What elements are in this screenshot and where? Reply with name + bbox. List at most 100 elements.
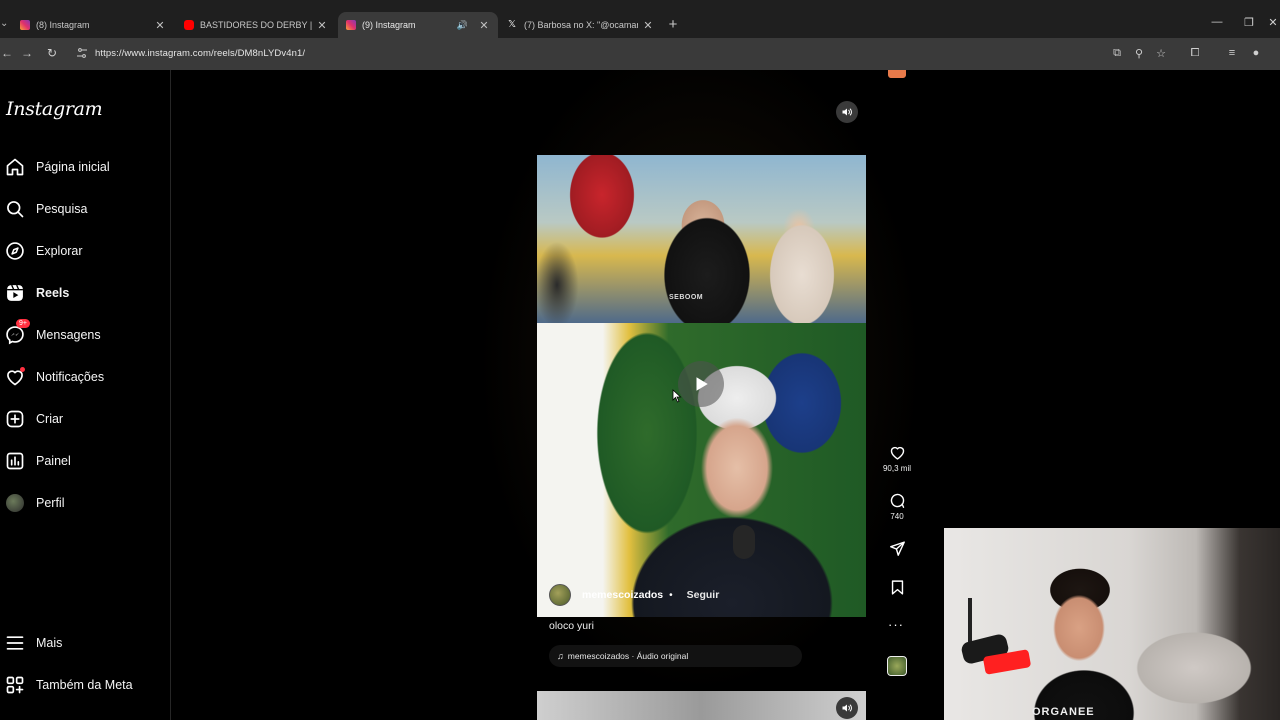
sidebar-item-more[interactable]: Mais <box>0 626 170 660</box>
sidebar-item-label: Criar <box>36 412 64 426</box>
author-avatar[interactable] <box>549 584 571 606</box>
tab-strip: ⌄ (8) Instagram ✕ BASTIDORES DO DERBY | … <box>0 12 1280 38</box>
sidebar-item-label: Página inicial <box>36 160 110 174</box>
heart-icon <box>890 446 904 460</box>
like-action[interactable]: 90,3 mil <box>882 444 912 473</box>
like-count: 90,3 mil <box>882 464 911 473</box>
author-username[interactable]: memescoizados <box>582 589 663 601</box>
messenger-icon: 9+ <box>5 319 30 345</box>
speaker-icon <box>842 108 852 116</box>
sidebar-item-profile[interactable]: Perfil <box>0 486 170 520</box>
sidebar-item-label: Painel <box>36 454 71 468</box>
play-icon <box>696 377 708 391</box>
close-window-button[interactable]: ✕ <box>1266 16 1280 29</box>
reel-video[interactable]: SEBOOM memescoizados • Seguir <box>537 155 866 617</box>
previous-audio-thumbnail[interactable] <box>888 70 906 78</box>
instagram-sidebar: Instagram Página inicial Pesquisa Explor… <box>0 70 171 720</box>
tab-x[interactable]: 𝕏 (7) Barbosa no X: "@ocamargo ✕ <box>500 12 662 38</box>
chart-icon <box>5 451 25 471</box>
audio-thumbnail[interactable] <box>887 656 907 676</box>
audio-pill[interactable]: ♫ memescoizados · Áudio original <box>549 645 802 667</box>
tab-instagram-1[interactable]: (8) Instagram ✕ <box>12 12 174 38</box>
install-app-icon[interactable]: ⧉ <box>1110 47 1124 61</box>
reels-icon <box>5 283 25 303</box>
search-icon <box>5 199 25 219</box>
tab-title: (9) Instagram <box>362 20 416 30</box>
media-controls-icon[interactable]: ≡ <box>1225 47 1239 61</box>
follow-button[interactable]: Seguir <box>687 589 720 601</box>
comment-icon <box>890 493 904 508</box>
sidebar-item-create[interactable]: Criar <box>0 402 170 436</box>
profile-avatar <box>5 493 25 513</box>
send-icon <box>889 541 905 556</box>
sidebar-item-label: Mais <box>36 636 63 650</box>
heart-icon <box>5 367 25 387</box>
more-options-icon[interactable]: ··· <box>888 617 904 632</box>
next-reel-preview[interactable] <box>537 691 866 720</box>
sidebar-item-label: Explorar <box>36 244 83 258</box>
instagram-logo[interactable]: Instagram <box>6 98 103 120</box>
webcam-shirt-text: ORGANEE <box>1032 706 1095 718</box>
close-tab-icon[interactable]: ✕ <box>316 19 328 32</box>
music-note-icon: ♫ <box>557 651 564 661</box>
share-action[interactable] <box>882 540 912 557</box>
profile-icon[interactable]: ● <box>1249 47 1263 61</box>
extensions-icon[interactable]: ⧠ <box>1188 47 1202 61</box>
browser-toolbar: ← → ↻ https://www.instagram.com/reels/DM… <box>0 38 1280 70</box>
zoom-icon[interactable]: ⚲ <box>1132 47 1146 61</box>
comment-action[interactable]: 740 <box>882 492 912 521</box>
mute-button[interactable] <box>836 101 858 123</box>
address-bar[interactable]: https://www.instagram.com/reels/DM8nLYDv… <box>95 48 305 59</box>
next-reel-mute-button[interactable] <box>836 697 858 719</box>
back-button[interactable]: ← <box>0 46 14 60</box>
instagram-icon <box>20 20 30 30</box>
webcam-overlay: ORGANEE <box>944 528 1280 720</box>
shirt-text: SEBOOM <box>669 294 704 301</box>
tab-title: (7) Barbosa no X: "@ocamargo <box>524 20 638 30</box>
sidebar-item-explore[interactable]: Explorar <box>0 234 170 268</box>
tab-title: (8) Instagram <box>36 20 90 30</box>
sidebar-item-reels[interactable]: Reels <box>0 276 170 310</box>
tab-search-button[interactable]: ⌄ <box>0 18 10 32</box>
youtube-icon <box>184 20 194 30</box>
sidebar-item-messages[interactable]: 9+ Mensagens <box>0 318 170 352</box>
reel-frame-top: SEBOOM <box>537 155 866 323</box>
meta-grid-icon <box>5 675 25 695</box>
reload-button[interactable]: ↻ <box>45 46 59 60</box>
compass-icon <box>5 241 25 261</box>
comment-count: 740 <box>890 512 904 521</box>
sidebar-item-label: Notificações <box>36 370 105 384</box>
reel-author: memescoizados • Seguir <box>549 584 719 606</box>
save-action[interactable] <box>882 579 912 596</box>
new-tab-button[interactable]: + <box>666 16 680 33</box>
tab-youtube[interactable]: BASTIDORES DO DERBY | CORI ✕ <box>176 12 336 38</box>
sidebar-item-dashboard[interactable]: Painel <box>0 444 170 478</box>
bookmark-icon <box>891 580 903 595</box>
separator-dot: • <box>669 589 673 601</box>
sidebar-item-home[interactable]: Página inicial <box>0 150 170 184</box>
sidebar-item-label: Mensagens <box>36 328 101 342</box>
notification-dot <box>20 367 25 372</box>
microphone <box>733 525 755 559</box>
restore-button[interactable]: ❐ <box>1242 16 1256 29</box>
audio-label: memescoizados · Áudio original <box>567 651 689 661</box>
sidebar-item-notifications[interactable]: Notificações <box>0 360 170 394</box>
site-info-icon[interactable] <box>76 47 88 59</box>
play-button[interactable] <box>678 361 724 407</box>
tab-audio-icon[interactable]: 🔊 <box>457 20 468 31</box>
home-icon <box>5 157 25 177</box>
sidebar-item-search[interactable]: Pesquisa <box>0 192 170 226</box>
minimize-button[interactable]: — <box>1210 16 1224 28</box>
close-tab-icon[interactable]: ✕ <box>154 19 166 32</box>
close-tab-icon[interactable]: ✕ <box>642 19 654 32</box>
close-tab-icon[interactable]: ✕ <box>478 19 490 32</box>
sidebar-item-label: Reels <box>36 286 70 300</box>
plus-square-icon <box>5 409 25 429</box>
speaker-icon <box>842 704 852 712</box>
bookmark-star-icon[interactable]: ☆ <box>1154 47 1168 61</box>
reel-caption: oloco yuri <box>549 620 594 632</box>
forward-button[interactable]: → <box>20 46 34 60</box>
tab-instagram-active[interactable]: (9) Instagram 🔊 ✕ <box>338 12 498 38</box>
tab-title: BASTIDORES DO DERBY | CORI <box>200 20 312 30</box>
sidebar-item-also-from-meta[interactable]: Também da Meta <box>0 668 170 702</box>
